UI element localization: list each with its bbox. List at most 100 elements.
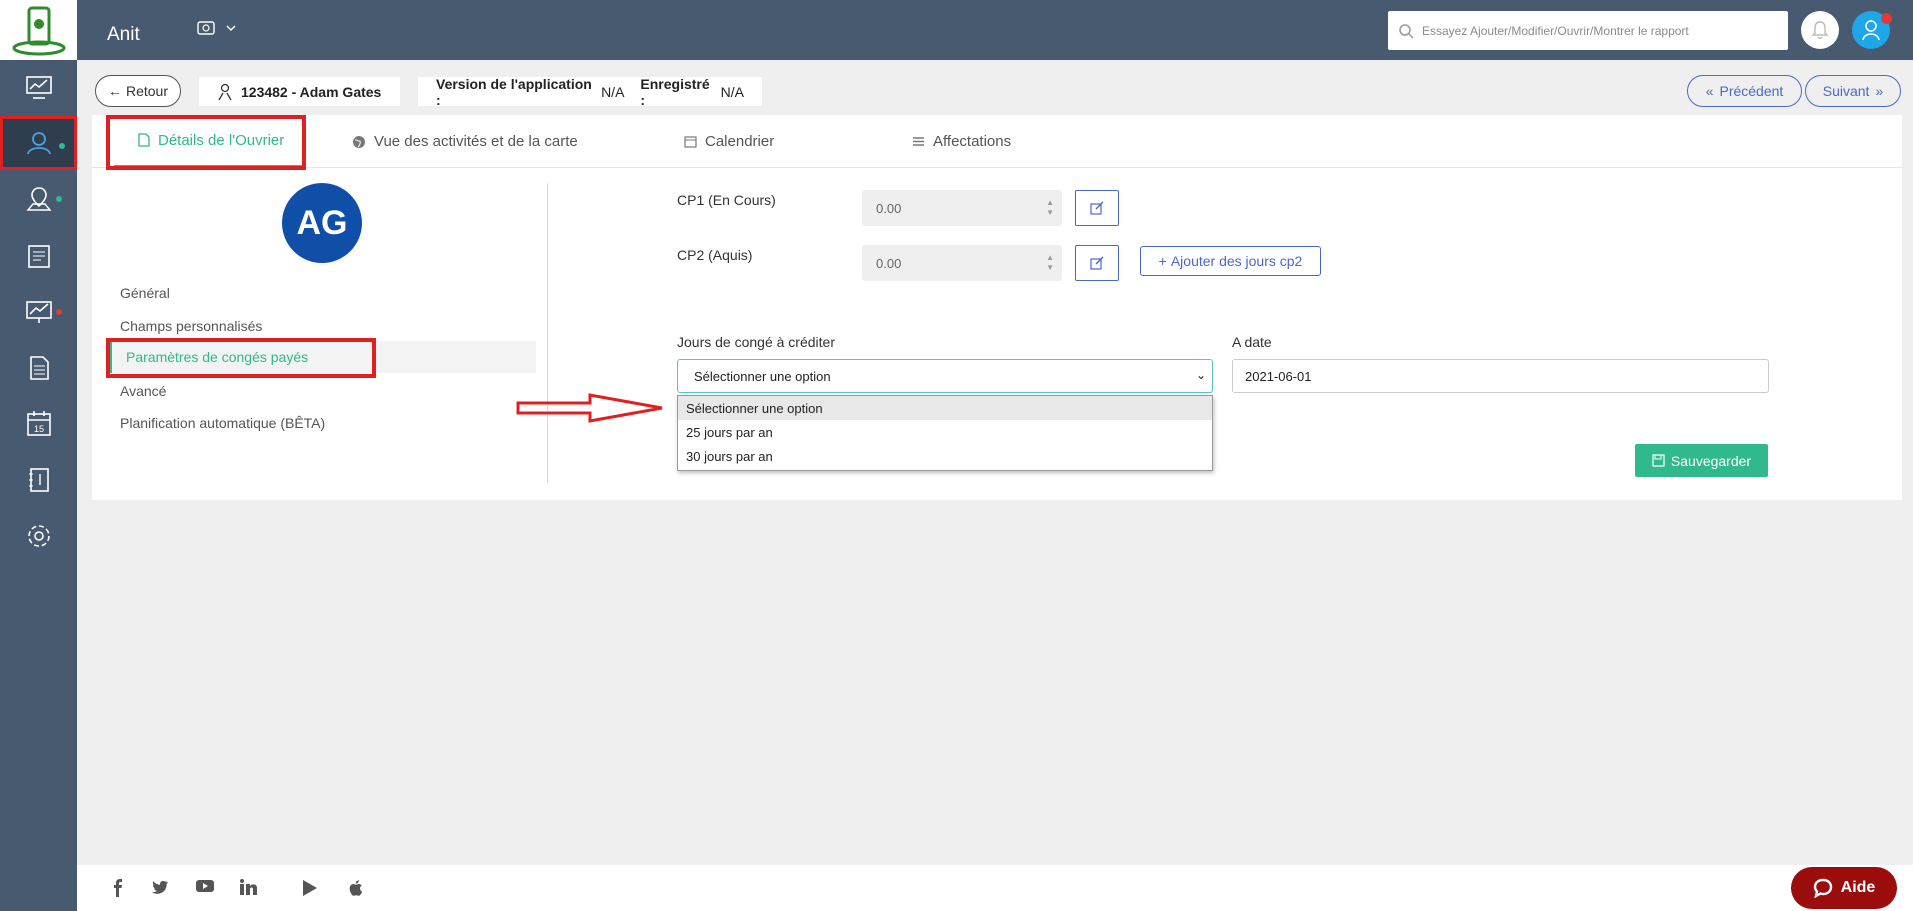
worker-name: 123482 - Adam Gates [241, 83, 382, 100]
sidebar: 15 [0, 0, 77, 911]
status-dot [59, 143, 65, 149]
calendar-small-icon [684, 136, 697, 148]
date-input[interactable]: 2021-06-01 [1232, 359, 1769, 393]
currency-selector[interactable] [197, 21, 237, 35]
leave-days-dropdown: Sélectionner une option 25 jours par an … [677, 395, 1213, 471]
app-title: Anit [107, 24, 140, 45]
help-label: Aide [1840, 879, 1876, 896]
sidebar-item-settings[interactable] [0, 509, 77, 563]
tab-assignments[interactable]: Affectations [912, 115, 1011, 168]
save-button[interactable]: Sauvegarder [1635, 444, 1768, 477]
tab-calendar[interactable]: Calendrier [684, 115, 774, 168]
previous-button[interactable]: « Précédent [1687, 75, 1802, 107]
leave-days-label: Jours de congé à créditer [677, 334, 835, 350]
sidebar-item-reports[interactable] [0, 229, 77, 283]
add-cp2-days-button[interactable]: + Ajouter des jours cp2 [1140, 246, 1321, 276]
saved-label: Enregistré : [640, 75, 710, 108]
sidebar-item-dashboard[interactable] [0, 61, 77, 115]
cp2-label: CP2 (Aquis) [677, 247, 753, 263]
sidebar-item-analytics[interactable] [0, 285, 77, 339]
worker-details-card: Détails de l'Ouvrier Vue des activités e… [92, 115, 1902, 500]
search-icon [1399, 23, 1414, 39]
analytics-icon [25, 301, 52, 323]
dropdown-option[interactable]: 25 jours par an [678, 420, 1212, 444]
cp2-input[interactable]: 0.00 ▲ ▼ [862, 245, 1062, 281]
cp1-value: 0.00 [876, 200, 902, 216]
status-dot [56, 196, 62, 202]
dashboard-icon [25, 76, 52, 99]
chevron-down-icon: ⌄ [1195, 368, 1206, 382]
cp2-edit-button[interactable] [1075, 245, 1119, 281]
saved-value: N/A [720, 83, 744, 100]
tab-activity-map[interactable]: Vue des activités et de la carte [352, 115, 578, 168]
currency-icon [197, 21, 215, 35]
help-button[interactable]: Aide [1791, 867, 1897, 909]
list-icon [913, 137, 924, 146]
notification-badge [1881, 13, 1892, 24]
back-button[interactable]: ← Retour [95, 75, 181, 107]
annotation-highlight-tab [106, 115, 306, 170]
settings-icon [27, 525, 50, 547]
cp2-value: 0.00 [876, 255, 902, 271]
version-chip: Version de l'application : N/A Enregistr… [418, 75, 762, 108]
menu-item-general[interactable]: Général [120, 285, 170, 301]
worker-chip: 123482 - Adam Gates [199, 77, 400, 106]
date-label: A date [1232, 334, 1272, 350]
cp1-edit-button[interactable] [1075, 190, 1119, 226]
save-icon [1652, 454, 1665, 467]
cp1-input[interactable]: 0.00 ▲ ▼ [862, 190, 1062, 226]
annotation-arrow-icon [516, 393, 663, 423]
search-box[interactable] [1388, 11, 1788, 50]
linkedin-icon[interactable] [240, 879, 258, 895]
tab-label: Affectations [933, 133, 1012, 150]
avatar: AG [282, 183, 362, 263]
select-value: Sélectionner une option [694, 368, 831, 384]
search-input[interactable] [1422, 23, 1782, 38]
cp1-label: CP1 (En Cours) [677, 192, 776, 208]
arrow-left-icon: ← [107, 83, 122, 99]
worker-icon [218, 83, 232, 100]
footer [77, 865, 1913, 911]
status-dot [56, 309, 62, 315]
dropdown-option[interactable]: 30 jours par an [678, 444, 1212, 468]
logo-icon [12, 6, 65, 56]
next-button[interactable]: Suivant » [1805, 75, 1901, 107]
sidebar-item-documents[interactable] [0, 341, 77, 395]
report-icon [27, 245, 50, 268]
notebook-icon [28, 468, 49, 492]
play-store-icon[interactable] [302, 879, 318, 897]
sidebar-item-notebook[interactable] [0, 453, 77, 507]
spinner-icon: ▲ ▼ [1046, 198, 1054, 217]
twitter-icon[interactable] [151, 879, 169, 895]
back-label: Retour [125, 83, 169, 99]
tab-bar: Détails de l'Ouvrier Vue des activités e… [92, 115, 1902, 170]
youtube-icon[interactable] [196, 879, 214, 893]
sidebar-item-calendar[interactable]: 15 [0, 397, 77, 451]
tab-label: Vue des activités et de la carte [374, 133, 578, 150]
app-logo[interactable] [0, 0, 77, 60]
map-user-icon [26, 187, 51, 211]
add-cp2-label: Ajouter des jours cp2 [1170, 253, 1303, 269]
annotation-highlight-menu [106, 338, 376, 378]
top-bar: Anit [77, 0, 1913, 60]
menu-item-advanced[interactable]: Avancé [120, 383, 166, 399]
sidebar-item-workers[interactable] [0, 116, 77, 170]
spinner-icon: ▲ ▼ [1046, 253, 1054, 272]
apple-icon[interactable] [347, 879, 363, 897]
menu-item-auto-scheduling[interactable]: Planification automatique (BÊTA) [120, 415, 325, 431]
user-icon [1862, 20, 1880, 41]
document-icon [29, 356, 49, 380]
previous-label: Précédent [1719, 83, 1784, 99]
date-value: 2021-06-01 [1245, 368, 1312, 384]
workers-icon [26, 132, 51, 155]
dropdown-option[interactable]: Sélectionner une option [678, 396, 1212, 420]
menu-item-custom-fields[interactable]: Champs personnalisés [120, 318, 262, 334]
notifications-button[interactable] [1801, 11, 1839, 49]
leave-days-select[interactable]: Sélectionner une option ⌄ [677, 359, 1213, 393]
next-label: Suivant [1822, 83, 1870, 99]
sidebar-item-map-user[interactable] [0, 172, 77, 226]
globe-icon [353, 135, 365, 148]
user-menu-button[interactable] [1852, 11, 1892, 49]
chevron-down-icon [226, 25, 236, 32]
facebook-icon[interactable] [112, 879, 124, 897]
